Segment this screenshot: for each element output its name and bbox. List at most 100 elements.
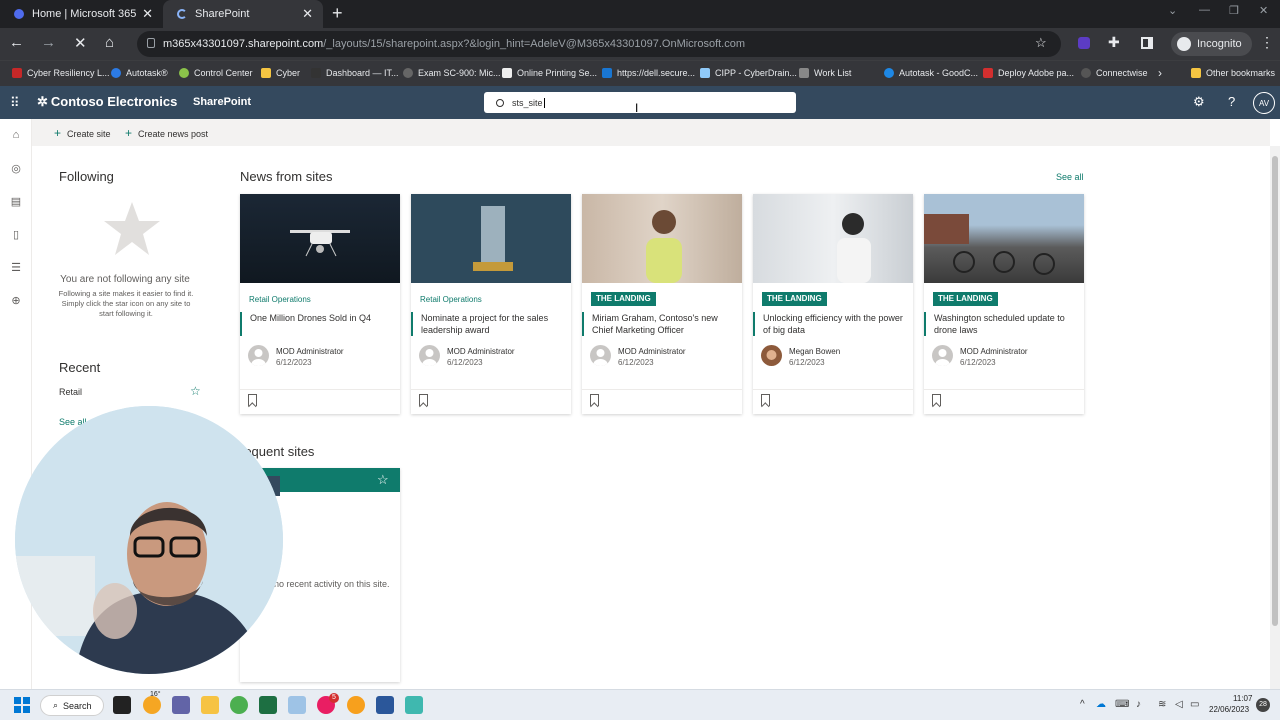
notepad-icon[interactable] xyxy=(405,696,423,714)
tab-search-icon[interactable]: ⌄ xyxy=(1168,4,1177,17)
settings-gear-icon[interactable]: ⚙ xyxy=(1193,94,1205,110)
bookmark-item[interactable]: Cyber Resiliency L... xyxy=(12,68,110,78)
weather-icon[interactable] xyxy=(143,696,161,714)
photos-icon[interactable] xyxy=(288,696,306,714)
user-avatar[interactable]: AV xyxy=(1253,92,1275,114)
extensions-puzzle-icon[interactable]: ✚ xyxy=(1108,34,1120,51)
task-view-icon[interactable] xyxy=(113,696,131,714)
mail-icon[interactable] xyxy=(347,696,365,714)
page-scrollbar[interactable] xyxy=(1270,146,1280,689)
news-card-title[interactable]: Miriam Graham, Contoso's new Chief Marke… xyxy=(582,312,732,336)
tab-sharepoint[interactable]: SharePoint ✕ xyxy=(163,0,323,28)
bookmark-star-icon[interactable]: ☆ xyxy=(1035,35,1047,51)
app-launcher-waffle-icon[interactable]: ⠿ xyxy=(10,95,19,111)
keyboard-icon[interactable]: ⌨ xyxy=(1115,699,1129,710)
incognito-badge[interactable]: Incognito xyxy=(1171,32,1252,56)
site-badge[interactable]: THE LANDING xyxy=(591,292,656,306)
bookmark-item[interactable]: Dashboard — IT... xyxy=(311,68,399,78)
windows-start-icon[interactable] xyxy=(14,697,30,713)
create-site-button[interactable]: + Create site xyxy=(54,126,111,140)
document-icon[interactable]: ▯ xyxy=(9,228,23,242)
news-card-site[interactable]: Retail Operations xyxy=(420,295,482,304)
create-news-post-button[interactable]: + Create news post xyxy=(125,126,208,140)
follow-star-icon[interactable]: ☆ xyxy=(190,384,201,398)
home-icon[interactable]: ⌂ xyxy=(9,129,23,143)
news-card[interactable]: THE LANDING Miriam Graham, Contoso's new… xyxy=(582,194,742,414)
volume-icon[interactable]: ◁ xyxy=(1175,699,1183,710)
site-badge[interactable]: THE LANDING xyxy=(762,292,827,306)
save-bookmark-icon[interactable] xyxy=(761,394,770,406)
tray-chevron-icon[interactable]: ^ xyxy=(1080,699,1085,710)
close-window-button[interactable]: ✕ xyxy=(1259,4,1268,17)
bookmark-item[interactable]: Connectwise xyxy=(1081,68,1148,78)
minimize-button[interactable]: — xyxy=(1199,4,1210,16)
save-bookmark-icon[interactable] xyxy=(590,394,599,406)
notification-center-badge[interactable]: 28 xyxy=(1256,698,1270,712)
news-see-all-link[interactable]: See all xyxy=(1056,172,1084,182)
news-icon[interactable]: ▤ xyxy=(9,195,23,209)
bookmark-item[interactable]: Online Printing Se... xyxy=(502,68,597,78)
tab-home-microsoft-365[interactable]: Home | Microsoft 365 ✕ xyxy=(0,0,163,28)
news-card-title[interactable]: Unlocking efficiency with the power of b… xyxy=(753,312,903,336)
new-tab-button[interactable]: + xyxy=(332,3,343,24)
wifi-icon[interactable]: ≋ xyxy=(1158,699,1166,710)
scrollbar-thumb[interactable] xyxy=(1272,156,1278,626)
news-card-title[interactable]: Washington scheduled update to drone law… xyxy=(924,312,1074,336)
extension-icon[interactable] xyxy=(1078,37,1090,49)
clock-time[interactable]: 11:07 xyxy=(1233,694,1252,703)
other-bookmarks[interactable]: Other bookmarks xyxy=(1191,68,1275,78)
save-bookmark-icon[interactable] xyxy=(248,394,257,406)
battery-icon[interactable]: ▭ xyxy=(1190,699,1199,710)
bookmark-item[interactable]: Autotask® xyxy=(111,68,168,78)
teams-chat-icon[interactable] xyxy=(172,696,190,714)
bookmark-item[interactable]: Control Center xyxy=(179,68,253,78)
lists-icon[interactable]: ☰ xyxy=(9,261,23,275)
bookmark-item[interactable]: Cyber xyxy=(261,68,300,78)
bookmark-item[interactable]: Work List xyxy=(799,68,851,78)
restore-button[interactable]: ❐ xyxy=(1229,4,1239,17)
site-info-icon[interactable] xyxy=(147,38,155,48)
app-name-sharepoint[interactable]: SharePoint xyxy=(193,96,251,108)
word-icon[interactable] xyxy=(376,696,394,714)
help-icon[interactable]: ? xyxy=(1228,94,1235,109)
recent-item-retail[interactable]: Retail xyxy=(59,387,82,397)
bookmark-item[interactable]: Exam SC-900: Mic... xyxy=(403,68,501,78)
microphone-icon[interactable]: ♪ xyxy=(1136,699,1141,710)
news-card-title[interactable]: Nominate a project for the sales leaders… xyxy=(411,312,561,336)
forward-button[interactable]: → xyxy=(41,34,56,51)
bookmark-item[interactable]: https://dell.secure... xyxy=(602,68,695,78)
clock-date[interactable]: 22/06/2023 xyxy=(1209,705,1249,714)
menu-kebab-icon[interactable]: ⋮ xyxy=(1260,34,1274,51)
file-explorer-icon[interactable] xyxy=(201,696,219,714)
close-tab-icon[interactable]: ✕ xyxy=(142,6,153,22)
bookmark-item[interactable]: Deploy Adobe pa... xyxy=(983,68,1074,78)
address-bar[interactable]: m365x43301097.sharepoint.com/_layouts/15… xyxy=(137,31,1061,57)
news-card[interactable]: Retail Operations Nominate a project for… xyxy=(411,194,571,414)
news-card[interactable]: THE LANDING Washington scheduled update … xyxy=(924,194,1084,414)
news-card-title[interactable]: One Million Drones Sold in Q4 xyxy=(240,312,390,336)
follow-star-icon[interactable]: ☆ xyxy=(377,472,389,488)
chrome-icon[interactable] xyxy=(230,696,248,714)
home-button[interactable]: ⌂ xyxy=(105,34,114,51)
stop-loading-button[interactable]: ✕ xyxy=(74,34,87,52)
save-bookmark-icon[interactable] xyxy=(932,394,941,406)
bookmark-item[interactable]: CIPP - CyberDrain... xyxy=(700,68,797,78)
save-bookmark-icon[interactable] xyxy=(419,394,428,406)
bookmark-item[interactable]: Autotask - GoodC... xyxy=(884,68,978,78)
search-box[interactable]: sts_site xyxy=(484,92,796,113)
news-card[interactable]: THE LANDING Unlocking efficiency with th… xyxy=(753,194,913,414)
search-input[interactable]: sts_site xyxy=(512,98,543,108)
excel-icon[interactable] xyxy=(259,696,277,714)
news-card[interactable]: Retail Operations One Million Drones Sol… xyxy=(240,194,400,414)
create-plus-icon[interactable]: ⊕ xyxy=(9,294,23,308)
news-card-site[interactable]: Retail Operations xyxy=(249,295,311,304)
taskbar-search[interactable]: ⌕ Search xyxy=(40,695,104,716)
globe-icon[interactable]: ◎ xyxy=(9,162,23,176)
site-badge[interactable]: THE LANDING xyxy=(933,292,998,306)
close-tab-icon[interactable]: ✕ xyxy=(302,6,313,22)
onedrive-icon[interactable]: ☁ xyxy=(1096,699,1106,710)
brand-logo[interactable]: ✲ Contoso Electronics xyxy=(37,94,177,110)
back-button[interactable]: ← xyxy=(9,34,24,51)
more-bookmarks-chevron-icon[interactable]: › xyxy=(1158,66,1162,80)
side-panel-icon[interactable] xyxy=(1141,37,1153,49)
